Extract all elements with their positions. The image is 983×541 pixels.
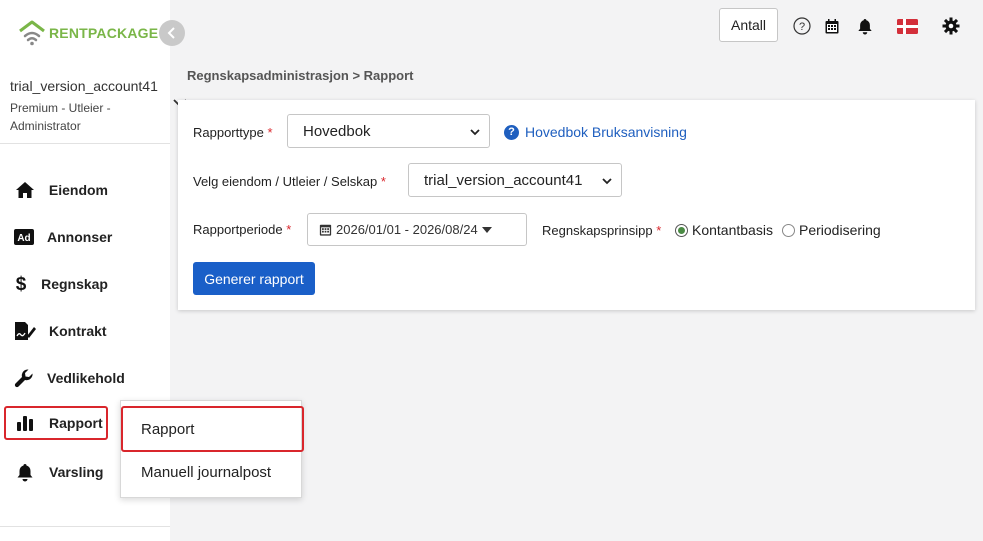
dollar-icon: $ xyxy=(14,274,28,294)
svg-text:?: ? xyxy=(799,21,805,33)
sidebar-item-eiendom[interactable]: Eiendom xyxy=(4,173,108,207)
account-role: Premium - Utleier - Administrator xyxy=(10,101,111,133)
account-switcher[interactable]: trial_version_account41 Premium - Utleie… xyxy=(10,78,187,135)
caret-down-icon xyxy=(481,226,492,233)
eiendom-select[interactable]: trial_version_account41 xyxy=(408,163,622,197)
chevron-down-icon xyxy=(602,178,612,185)
submenu-item-rapport[interactable]: Rapport xyxy=(121,406,304,452)
periodisering-radio[interactable]: Periodisering xyxy=(782,222,881,238)
help-circle-icon[interactable]: ? xyxy=(792,16,812,36)
brand-logo[interactable]: RENTPACKAGE xyxy=(18,20,158,46)
hovedbok-guide-link[interactable]: ? Hovedbok Bruksanvisning xyxy=(504,124,687,140)
sidebar-item-vedlikehold[interactable]: Vedlikehold xyxy=(4,361,125,395)
rapporttype-select[interactable]: Hovedbok xyxy=(287,114,490,148)
account-name: trial_version_account41 xyxy=(10,78,158,94)
question-circle-icon: ? xyxy=(504,124,519,140)
sidebar-divider xyxy=(0,143,170,144)
submenu-item-manuell-journalpost[interactable]: Manuell journalpost xyxy=(121,451,303,493)
home-icon xyxy=(14,180,36,200)
danish-flag-icon[interactable] xyxy=(896,16,918,36)
ad-icon: Ad xyxy=(14,227,34,247)
breadcrumb: Regnskapsadministrasjon > Rapport xyxy=(187,68,414,83)
radio-unchecked-indicator xyxy=(782,223,795,237)
sidebar-item-annonser[interactable]: Ad Annonser xyxy=(4,220,112,254)
sidebar-divider-bottom xyxy=(0,526,170,527)
rapport-submenu: Rapport Manuell journalpost xyxy=(120,400,304,498)
rapportperiode-label: Rapportperiode * xyxy=(193,222,292,237)
svg-text:Ad: Ad xyxy=(17,233,30,244)
wifi-house-logo-icon xyxy=(19,20,45,46)
sidebar-item-varsling[interactable]: Varsling xyxy=(4,455,108,489)
svg-text:$: $ xyxy=(16,274,27,294)
chevron-down-icon xyxy=(470,129,480,136)
collapse-sidebar-button[interactable] xyxy=(159,20,185,46)
sidebar-item-regnskap[interactable]: $ Regnskap xyxy=(4,267,108,301)
date-range-picker[interactable]: 2026/01/01 - 2026/08/24 xyxy=(307,213,527,246)
regnskapsprinsipp-label: Regnskapsprinsipp * xyxy=(542,223,662,238)
sidebar-item-rapport[interactable]: Rapport xyxy=(4,406,108,440)
antall-button[interactable]: Antall xyxy=(719,8,778,42)
rapporttype-label: Rapporttype * xyxy=(193,125,273,140)
gear-icon[interactable] xyxy=(941,16,961,36)
wrench-icon xyxy=(14,368,34,388)
calendar-icon xyxy=(319,224,332,236)
contract-sign-icon xyxy=(14,321,36,341)
calendar-icon[interactable] xyxy=(822,16,842,36)
report-form-card: Rapporttype * Hovedbok ? Hovedbok Bruksa… xyxy=(178,100,975,310)
chevron-left-icon xyxy=(167,27,175,39)
eiendom-label: Velg eiendom / Utleier / Selskap * xyxy=(193,174,386,189)
bell-icon[interactable] xyxy=(855,16,875,36)
bell-icon xyxy=(14,462,36,482)
brand-name: RENTPACKAGE xyxy=(49,25,159,41)
bar-chart-icon xyxy=(14,413,36,433)
radio-checked-indicator xyxy=(675,223,688,237)
generate-report-button[interactable]: Generer rapport xyxy=(193,262,315,295)
kontantbasis-radio[interactable]: Kontantbasis xyxy=(675,222,773,238)
sidebar-item-kontrakt[interactable]: Kontrakt xyxy=(4,314,108,348)
